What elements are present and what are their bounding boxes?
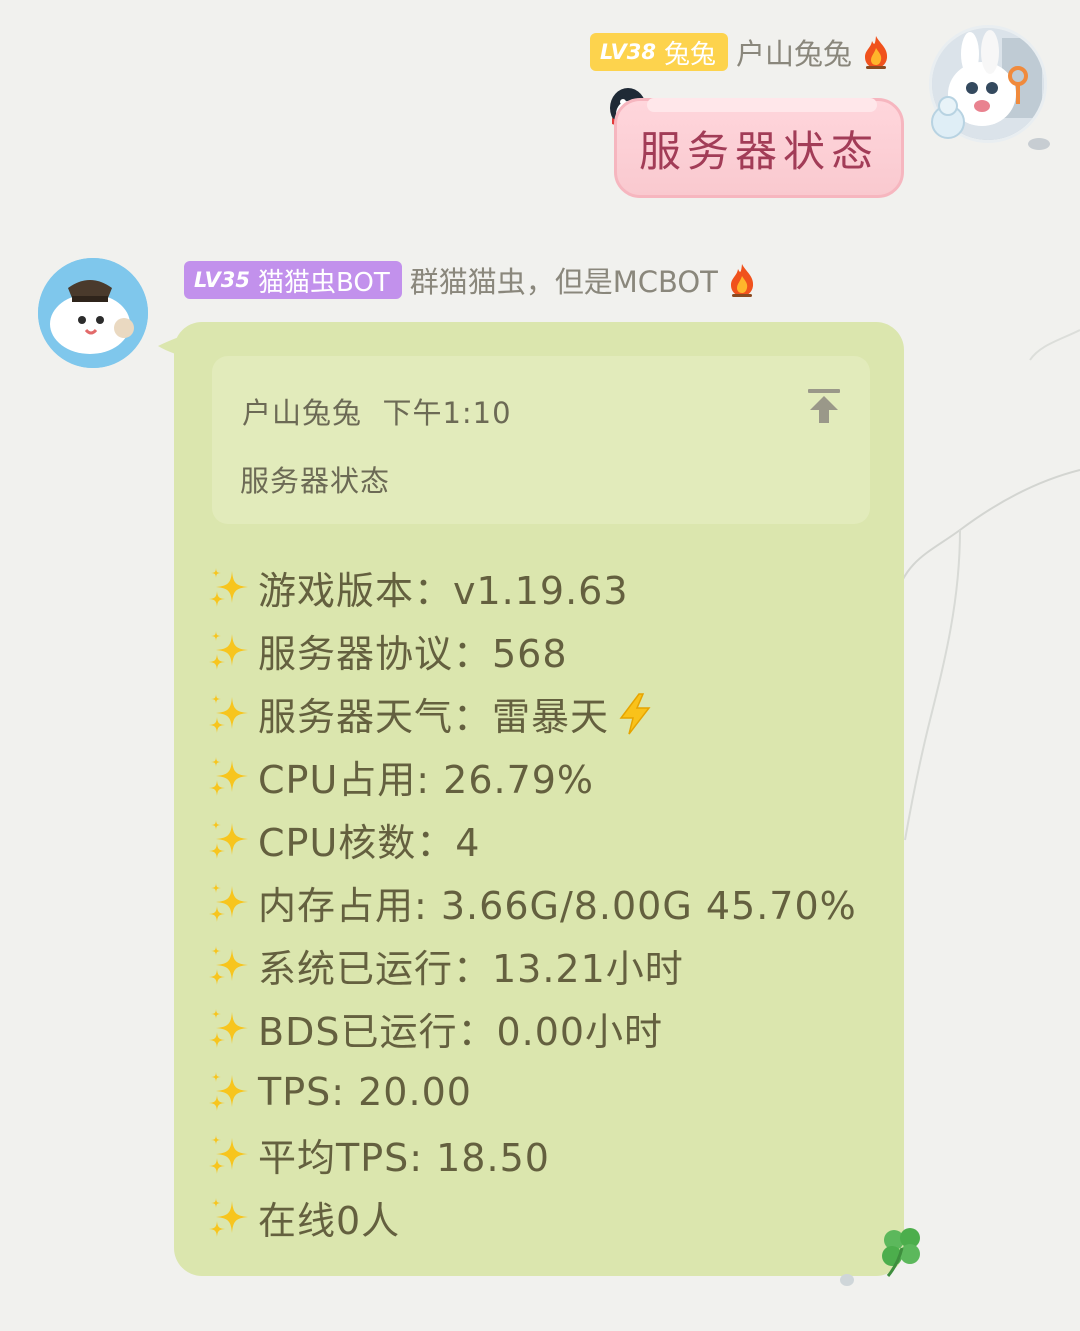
sparkles-icon bbox=[209, 1134, 248, 1174]
status-line: TPS: 20.00 bbox=[206, 1060, 857, 1123]
member-level-badge: LV35 猫猫虫BOT bbox=[184, 261, 402, 299]
sparkles-icon bbox=[209, 1197, 248, 1237]
status-text: CPU核数：4 bbox=[258, 821, 481, 865]
reply-author: 户山兔兔 bbox=[242, 396, 363, 430]
decor-dot bbox=[840, 1274, 854, 1286]
status-text: 内存占用: 3.66G/8.00G 45.70% bbox=[258, 884, 857, 928]
status-text: CPU占用: 26.79% bbox=[258, 758, 595, 802]
fire-icon bbox=[730, 264, 753, 297]
sparkles-icon bbox=[209, 567, 248, 607]
jump-to-message-icon[interactable] bbox=[804, 386, 844, 426]
status-text: 平均TPS: 18.50 bbox=[258, 1136, 550, 1180]
status-text: 服务器协议：568 bbox=[258, 632, 568, 676]
fire-icon bbox=[865, 36, 888, 69]
status-line: 系统已运行：13.21小时 bbox=[206, 934, 857, 997]
sparkles-icon bbox=[209, 882, 248, 922]
four-leaf-clover-icon bbox=[882, 1228, 920, 1277]
status-text: TPS: 20.00 bbox=[258, 1069, 472, 1114]
sparkles-icon bbox=[209, 756, 248, 796]
status-line: 平均TPS: 18.50 bbox=[206, 1123, 857, 1186]
sender-header-left: LV35 猫猫虫BOT 群猫猫虫，但是MCBOT bbox=[184, 258, 758, 302]
status-text: 系统已运行：13.21小时 bbox=[258, 947, 684, 991]
status-line: BDS已运行：0.00小时 bbox=[206, 997, 857, 1060]
server-status-lines: 游戏版本：v1.19.63 服务器协议：568 服务器天气：雷暴天 CPU占用:… bbox=[206, 556, 857, 1249]
status-line: 内存占用: 3.66G/8.00G 45.70% bbox=[206, 871, 857, 934]
sparkles-icon bbox=[209, 630, 248, 670]
user-message-text: 服务器状态 bbox=[638, 126, 879, 176]
sender-name[interactable]: 户山兔兔 bbox=[736, 31, 852, 73]
sparkles-icon bbox=[209, 819, 248, 859]
reply-time: 下午1:10 bbox=[382, 396, 512, 430]
bot-avatar[interactable] bbox=[38, 258, 148, 368]
status-line: 服务器天气：雷暴天 bbox=[206, 682, 857, 745]
sparkles-icon bbox=[209, 1071, 248, 1111]
status-line: 游戏版本：v1.19.63 bbox=[206, 556, 857, 619]
sender-name[interactable]: 群猫猫虫，但是MCBOT bbox=[410, 259, 718, 301]
status-line: 在线0人 bbox=[206, 1186, 857, 1249]
status-text: 在线0人 bbox=[258, 1199, 401, 1243]
reply-quote-meta: 户山兔兔 下午1:10 bbox=[242, 390, 512, 432]
sparkles-icon bbox=[209, 945, 248, 985]
ice-figure-icon bbox=[931, 96, 965, 139]
status-text: 服务器天气：雷暴天 bbox=[258, 695, 610, 739]
status-text: 游戏版本：v1.19.63 bbox=[258, 569, 629, 613]
reply-quote-text: 服务器状态 bbox=[240, 464, 391, 498]
bubble-decoration bbox=[647, 98, 877, 112]
user-message-bubble[interactable]: 服务器状态 bbox=[614, 98, 904, 198]
lightning-bolt-icon bbox=[619, 692, 651, 734]
member-level-badge: LV38 兔兔 bbox=[590, 33, 728, 71]
sparkles-icon bbox=[209, 693, 248, 733]
sender-header-right: LV38 兔兔 户山兔兔 bbox=[590, 32, 892, 72]
sparkles-icon bbox=[209, 1008, 248, 1048]
status-line: 服务器协议：568 bbox=[206, 619, 857, 682]
status-line: CPU核数：4 bbox=[206, 808, 857, 871]
status-text: BDS已运行：0.00小时 bbox=[258, 1010, 664, 1054]
decor-dot bbox=[1028, 138, 1050, 150]
status-line: CPU占用: 26.79% bbox=[206, 745, 857, 808]
